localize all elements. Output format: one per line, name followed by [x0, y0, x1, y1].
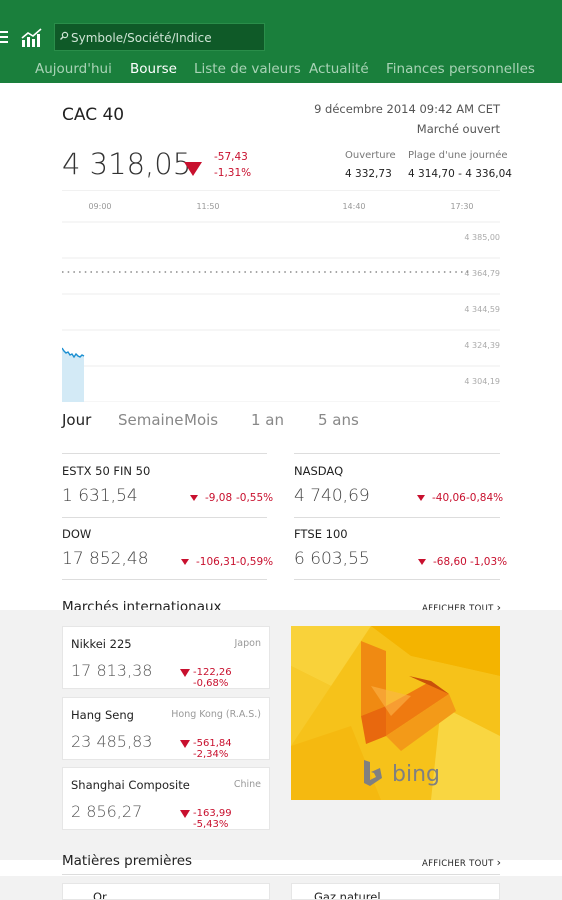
x-tick-label: 17:30	[450, 202, 473, 211]
quote-change-pct: -1,03%	[470, 556, 508, 568]
quote-change: -68,60	[433, 556, 467, 568]
quote-change: -40,06	[432, 492, 466, 504]
index-title: CAC 40	[62, 105, 125, 125]
index-price: 4 318,05	[62, 147, 192, 181]
nav-today[interactable]: Aujourd'hui	[35, 61, 112, 77]
x-tick-label: 09:00	[88, 202, 111, 211]
quote-name[interactable]: ESTX 50 FIN 50	[62, 464, 150, 478]
quote-value: 1 631,54	[62, 486, 138, 506]
open-value: 4 332,73	[345, 168, 392, 180]
divider	[62, 874, 500, 875]
tab-5-years[interactable]: 5 ans	[318, 411, 359, 429]
commodities-title: Matières premières	[62, 853, 193, 869]
market-value: 2 856,27	[71, 802, 143, 821]
down-arrow-icon	[190, 495, 198, 501]
search-box[interactable]	[54, 23, 265, 51]
divider	[62, 453, 267, 454]
nav-news[interactable]: Actualité	[309, 61, 369, 77]
down-arrow-icon	[180, 669, 190, 677]
tab-month[interactable]: Mois	[184, 411, 218, 429]
commodities-see-all-link[interactable]: AFFICHER TOUT ›	[422, 856, 501, 869]
down-arrow-icon	[184, 162, 202, 176]
quote-change: -9,08	[205, 492, 233, 504]
quote-change-pct: -0,84%	[466, 492, 504, 504]
x-tick-label: 14:40	[342, 202, 365, 211]
quote-name[interactable]: NASDAQ	[294, 464, 343, 478]
y-tick-label: 4 324,39	[464, 341, 500, 350]
quote-change: -106,31	[196, 556, 237, 568]
quote-value: 17 852,48	[62, 549, 149, 569]
y-tick-label: 4 304,19	[464, 377, 500, 386]
see-all-label: AFFICHER TOUT	[422, 859, 494, 869]
nav-markets[interactable]: Bourse	[130, 61, 177, 77]
market-name: Shanghai Composite	[71, 778, 190, 792]
divider	[62, 579, 267, 580]
divider	[294, 517, 500, 518]
tab-week[interactable]: Semaine	[118, 411, 183, 429]
index-change: -57,43	[214, 151, 248, 163]
day-range-label: Plage d'une journée	[408, 150, 508, 161]
intl-market-card-shanghai[interactable]: Shanghai Composite Chine 2 856,27 -163,9…	[62, 767, 270, 830]
commodity-card-natural-gas[interactable]: Gaz naturel	[291, 883, 500, 900]
intl-market-card-nikkei[interactable]: Nikkei 225 Japon 17 813,38 -122,26 -0,68…	[62, 626, 270, 689]
bing-logo-icon: bing	[364, 760, 440, 787]
y-tick-label: 4 344,59	[464, 305, 500, 314]
menu-icon[interactable]	[0, 31, 8, 43]
commodity-name: Or	[93, 890, 107, 900]
market-change: -122,26 -0,68%	[193, 667, 232, 689]
market-name: Hang Seng	[71, 708, 134, 722]
intraday-chart[interactable]: 09:00 11:50 14:40 17:30 4 385,00 4 364,79 4 34…	[62, 190, 500, 402]
quote-change-pct: -0,59%	[236, 556, 274, 568]
x-tick-label: 11:50	[196, 202, 219, 211]
finance-app-logo-icon[interactable]	[21, 28, 43, 48]
market-country: Japon	[234, 638, 262, 649]
quote-name[interactable]: DOW	[62, 527, 91, 541]
commodity-card-gold[interactable]: Or	[62, 883, 270, 900]
market-name: Nikkei 225	[71, 637, 132, 651]
nav-watchlist[interactable]: Liste de valeurs	[194, 61, 301, 77]
market-change: -561,84 -2,34%	[193, 738, 232, 760]
market-status: Marché ouvert	[416, 122, 500, 136]
bing-logo: bing	[362, 758, 452, 788]
svg-text:bing: bing	[392, 762, 440, 787]
down-arrow-icon	[180, 810, 190, 818]
divider	[294, 453, 500, 454]
tab-day[interactable]: Jour	[62, 411, 91, 429]
market-country: Hong Kong (R.A.S.)	[171, 709, 261, 720]
index-change-pct: -1,31%	[214, 167, 252, 179]
quote-value: 6 603,55	[294, 549, 370, 569]
main-nav: Aujourd'hui Bourse Liste de valeurs Actu…	[0, 58, 562, 83]
market-country: Chine	[233, 779, 261, 790]
market-value: 17 813,38	[71, 661, 153, 680]
y-tick-label: 4 364,79	[464, 269, 500, 278]
day-range-value: 4 314,70 - 4 336,04	[408, 168, 512, 180]
index-datetime: 9 décembre 2014 09:42 AM CET	[314, 102, 500, 116]
tab-year[interactable]: 1 an	[251, 411, 284, 429]
divider	[62, 517, 267, 518]
down-arrow-icon	[417, 495, 425, 501]
commodity-name: Gaz naturel	[314, 890, 381, 900]
y-tick-label: 4 385,00	[464, 233, 500, 242]
search-input[interactable]	[71, 28, 261, 48]
intl-market-card-hang-seng[interactable]: Hang Seng Hong Kong (R.A.S.) 23 485,83 -…	[62, 697, 270, 760]
down-arrow-icon	[181, 559, 189, 565]
top-bar: Aujourd'hui Bourse Liste de valeurs Actu…	[0, 0, 562, 83]
market-change: -163,99 -5,43%	[193, 808, 232, 830]
down-arrow-icon	[418, 559, 426, 565]
quote-value: 4 740,69	[294, 486, 370, 506]
market-value: 23 485,83	[71, 732, 153, 751]
open-label: Ouverture	[345, 150, 396, 161]
nav-personal-finance[interactable]: Finances personnelles	[386, 61, 535, 77]
divider	[294, 579, 500, 580]
quote-change-pct: -0,55%	[236, 492, 274, 504]
down-arrow-icon	[180, 740, 190, 748]
search-icon	[60, 31, 69, 40]
quote-name[interactable]: FTSE 100	[294, 527, 348, 541]
chevron-right-icon: ›	[496, 856, 502, 869]
